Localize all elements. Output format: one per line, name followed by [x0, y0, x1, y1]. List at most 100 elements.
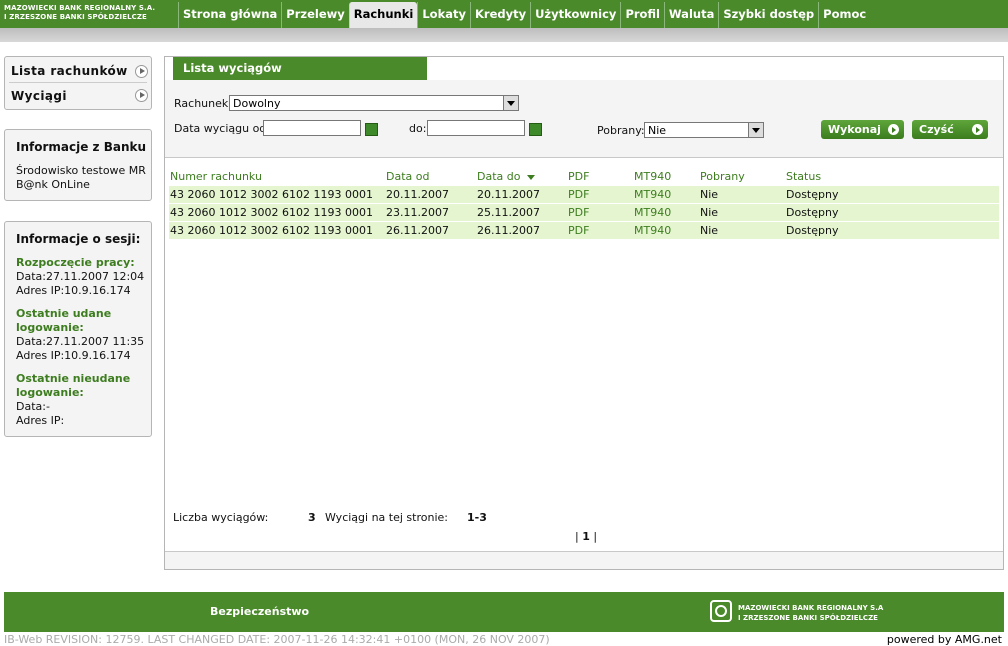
date-from-label: Data wyciągu od:: [174, 122, 270, 135]
bank-info-panel: Informacje z Banku Środowisko testowe MR…: [4, 129, 152, 201]
sidebar-menu: Lista rachunków Wyciągi: [4, 56, 152, 110]
col-header-date-to[interactable]: Data do: [477, 170, 535, 183]
bank-info-title: Informacje z Banku: [16, 140, 147, 154]
footer-logo-text: MAZOWIECKI BANK REGIONALNY S.A I ZRZESZO…: [738, 603, 883, 623]
session-start-label: Rozpoczęcie pracy:: [16, 256, 135, 269]
sidebar-item-wyciagi[interactable]: Wyciągi: [11, 89, 67, 103]
statement-count-label: Liczba wyciągów:: [173, 511, 269, 524]
cell-account-number: 43 2060 1012 3002 6102 1193 0001: [170, 206, 373, 219]
filter-form: Rachunek: Dowolny Data wyciągu od: do: P…: [165, 80, 1003, 158]
execute-button[interactable]: Wykonaj: [821, 120, 904, 139]
sort-desc-icon: [526, 174, 535, 180]
menu-divider: [9, 82, 147, 83]
table-row: 43 2060 1012 3002 6102 1193 0001 23.11.2…: [169, 204, 999, 221]
cell-date-from: 26.11.2007: [386, 224, 449, 237]
clear-button-label: Czyść: [919, 123, 954, 136]
sidebar-item-lista-rachunkow[interactable]: Lista rachunków: [11, 64, 128, 78]
nav-pomoc[interactable]: Pomoc: [818, 2, 870, 28]
cell-date-to: 25.11.2007: [477, 206, 540, 219]
cell-downloaded: Nie: [700, 188, 719, 201]
arrow-right-icon: [972, 124, 983, 135]
arrow-right-icon[interactable]: [135, 65, 148, 78]
nav-kredyty[interactable]: Kredyty: [469, 2, 530, 28]
calendar-icon[interactable]: [365, 123, 378, 136]
date-to-input[interactable]: [427, 120, 525, 136]
cell-date-from: 20.11.2007: [386, 188, 449, 201]
cell-mt940-link[interactable]: MT940: [634, 224, 671, 237]
date-to-label: do:: [409, 122, 427, 135]
cell-downloaded: Nie: [700, 224, 719, 237]
nav-lokaty[interactable]: Lokaty: [417, 2, 470, 28]
top-navigation-bar: MAZOWIECKI BANK REGIONALNY S.A. I ZRZESZ…: [0, 0, 1008, 28]
last-failed-label-1: Ostatnie nieudane: [16, 372, 131, 385]
cell-date-to: 20.11.2007: [477, 188, 540, 201]
arrow-right-icon[interactable]: [135, 89, 148, 102]
chevron-down-icon[interactable]: [503, 96, 518, 110]
session-info-panel: Informacje o sesji: Rozpoczęcie pracy: D…: [4, 221, 152, 437]
statements-panel: Lista wyciągów Rachunek: Dowolny Data wy…: [164, 56, 1004, 570]
col-header-mt940[interactable]: MT940: [634, 170, 671, 183]
cell-account-number: 43 2060 1012 3002 6102 1193 0001: [170, 188, 373, 201]
footer-logo-line1: MAZOWIECKI BANK REGIONALNY S.A: [738, 604, 884, 612]
session-start-ip: Adres IP:10.9.16.174: [16, 284, 131, 297]
on-page-value: 1-3: [467, 511, 487, 524]
cell-account-number: 43 2060 1012 3002 6102 1193 0001: [170, 224, 373, 237]
calendar-icon[interactable]: [529, 123, 542, 136]
account-select-value: Dowolny: [233, 97, 281, 110]
execute-button-label: Wykonaj: [828, 123, 881, 136]
account-select[interactable]: Dowolny: [229, 95, 519, 111]
revision-info: IB-Web REVISION: 12759. LAST CHANGED DAT…: [4, 633, 550, 646]
bank-logo: MAZOWIECKI BANK REGIONALNY S.A. I ZRZESZ…: [4, 4, 174, 22]
cell-date-to: 26.11.2007: [477, 224, 540, 237]
chevron-down-icon[interactable]: [748, 123, 763, 137]
panel-title: Lista wyciągów: [173, 57, 427, 80]
pager-current-page[interactable]: 1: [582, 530, 590, 543]
last-success-ip: Adres IP:10.9.16.174: [16, 349, 131, 362]
downloaded-select[interactable]: Nie: [644, 122, 764, 138]
cell-status: Dostępny: [786, 224, 839, 237]
main-menu: Strona główna Przelewy Rachunki Lokaty K…: [178, 2, 870, 28]
last-success-date: Data:27.11.2007 11:35: [16, 335, 145, 348]
last-failed-label-2: logowanie:: [16, 386, 84, 399]
logo-line2: I ZRZESZONE BANKI SPÓŁDZIELCZE: [4, 13, 147, 21]
col-header-date-to-label: Data do: [477, 170, 521, 183]
cell-date-from: 23.11.2007: [386, 206, 449, 219]
cell-pdf-link[interactable]: PDF: [568, 206, 589, 219]
col-header-pdf[interactable]: PDF: [568, 170, 589, 183]
col-header-downloaded[interactable]: Pobrany: [700, 170, 745, 183]
col-header-account-number[interactable]: Numer rachunku: [170, 170, 262, 183]
nav-szybki-dostep[interactable]: Szybki dostęp: [718, 2, 818, 28]
bank-info-line1: Środowisko testowe MR: [16, 164, 146, 177]
submenu-bar: [0, 28, 1008, 42]
security-link[interactable]: Bezpieczeństwo: [210, 605, 309, 618]
nav-strona-glowna[interactable]: Strona główna: [178, 2, 281, 28]
on-page-label: Wyciągi na tej stronie:: [325, 511, 448, 524]
last-success-label-1: Ostatnie udane: [16, 307, 112, 320]
col-header-date-from[interactable]: Data od: [386, 170, 429, 183]
clear-button[interactable]: Czyść: [912, 120, 988, 139]
last-success-label-2: logowanie:: [16, 321, 84, 334]
cell-pdf-link[interactable]: PDF: [568, 188, 589, 201]
account-label: Rachunek:: [174, 97, 232, 110]
powered-by: powered by AMG.net: [886, 633, 1002, 646]
nav-rachunki[interactable]: Rachunki: [348, 2, 418, 28]
nav-profil[interactable]: Profil: [620, 2, 663, 28]
col-header-status[interactable]: Status: [786, 170, 821, 183]
cell-mt940-link[interactable]: MT940: [634, 188, 671, 201]
cell-mt940-link[interactable]: MT940: [634, 206, 671, 219]
nav-waluta[interactable]: Waluta: [663, 2, 718, 28]
panel-footer: [165, 552, 1003, 569]
footer-bar: Bezpieczeństwo MAZOWIECKI BANK REGIONALN…: [4, 592, 1004, 632]
cell-downloaded: Nie: [700, 206, 719, 219]
statement-count-value: 3: [308, 511, 316, 524]
date-from-input[interactable]: [263, 120, 361, 136]
nav-uzytkownicy[interactable]: Użytkownicy: [530, 2, 620, 28]
last-failed-date: Data:-: [16, 400, 50, 413]
table-row: 43 2060 1012 3002 6102 1193 0001 20.11.2…: [169, 186, 999, 203]
pager: | 1 |: [575, 530, 598, 543]
nav-przelewy[interactable]: Przelewy: [281, 2, 348, 28]
bank-emblem-icon: [710, 600, 732, 622]
session-start-date: Data:27.11.2007 12:04: [16, 270, 145, 283]
cell-pdf-link[interactable]: PDF: [568, 224, 589, 237]
downloaded-label: Pobrany:: [597, 124, 645, 137]
